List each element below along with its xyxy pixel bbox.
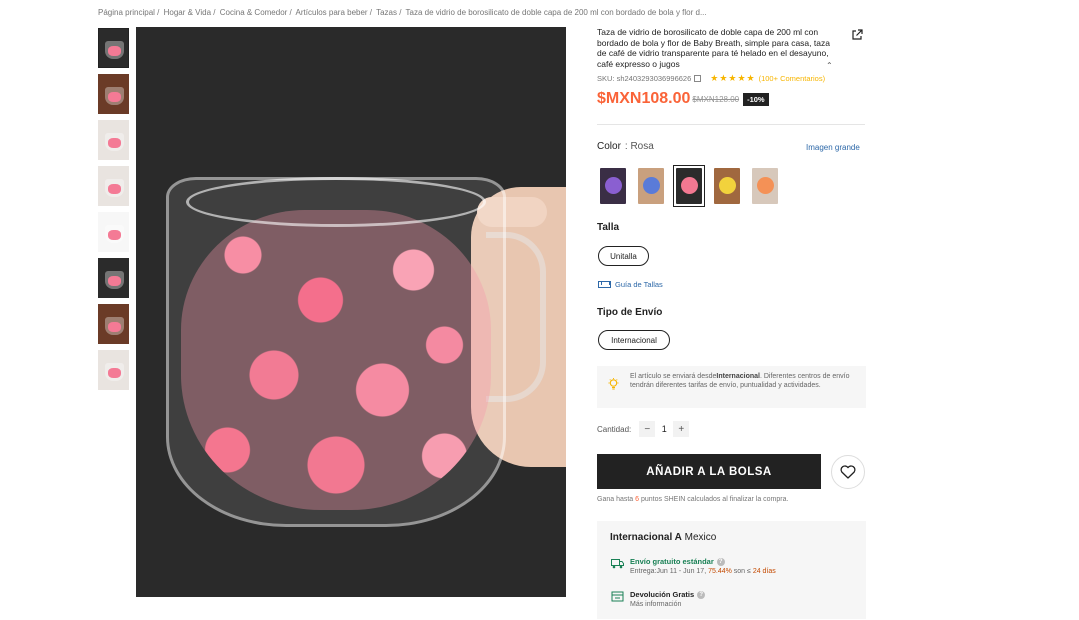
breadcrumb-cocina[interactable]: Cocina & Comedor / (220, 8, 292, 17)
copy-icon[interactable] (694, 75, 702, 82)
rating-stars: ★★★★★ (710, 73, 756, 83)
color-swatch-rosa[interactable] (673, 165, 705, 207)
price-row: $MXN108.00 $MXN128.00 -10% (597, 90, 769, 108)
notice-text-before: El artículo se enviará desde (630, 373, 717, 380)
glass-rim (186, 177, 486, 227)
size-guide-label: Guía de Tallas (615, 280, 663, 289)
quantity-label: Cantidad: (597, 424, 632, 434)
big-image-link[interactable]: Imagen grande (806, 143, 860, 152)
quantity-increase-button[interactable]: + (673, 421, 690, 437)
delivery-days: 24 días (752, 568, 776, 576)
shipping-destination[interactable]: Internacional A Mexico (610, 532, 853, 543)
original-price: $MXN128.00 (692, 94, 740, 104)
color-heading: Color (597, 141, 621, 152)
size-option-unitalla[interactable]: Unitalla (598, 246, 649, 266)
reviews-link[interactable]: (100+ Comentarios) (759, 74, 826, 83)
quantity-decrease-button[interactable]: − (639, 421, 656, 437)
color-swatch-morado[interactable] (597, 165, 629, 207)
color-swatch-amarillo[interactable] (711, 165, 743, 207)
free-return-label: Devolución Gratis (630, 590, 695, 599)
wishlist-button[interactable] (831, 455, 865, 489)
help-icon[interactable]: ? (716, 558, 725, 567)
pink-flowers-illustration (181, 210, 491, 510)
current-price: $MXN108.00 (597, 90, 691, 107)
free-shipping-detail: Entrega:Jun 11 - Jun 17, 75.44% son ≤ 24… (630, 568, 776, 575)
sku-rating-row: SKU: sh2403293036996626 ★★★★★ (100+ Come… (597, 73, 825, 84)
breadcrumb-current: Taza de vidrio de borosilicato de doble … (405, 8, 707, 17)
collapse-icon[interactable]: ⌃ (826, 61, 833, 70)
add-to-bag-button[interactable]: AÑADIR A LA BOLSA (597, 454, 821, 489)
thumbnail-strip (98, 28, 130, 396)
thumbnail[interactable] (98, 350, 129, 390)
breadcrumb-tazas[interactable]: Tazas / (376, 8, 401, 17)
thumbnail[interactable] (98, 258, 129, 298)
breadcrumb-bebidas[interactable]: Artículos para beber / (296, 8, 372, 17)
thumbnail[interactable] (98, 166, 129, 206)
sku-text: SKU: sh2403293036996626 (597, 74, 692, 83)
size-heading: Talla (597, 222, 620, 233)
free-return-row: Devolución Gratis? Más información (611, 590, 706, 608)
breadcrumb-hogar[interactable]: Hogar & Vida / (164, 8, 216, 17)
thumbnail[interactable] (98, 74, 129, 114)
thumbnail[interactable] (98, 304, 129, 344)
delivery-dates: Entrega:Jun 11 - Jun 17, (630, 568, 709, 576)
discount-badge: -10% (743, 92, 769, 106)
ruler-icon (598, 281, 611, 288)
delivery-percentage: 75.44% (708, 568, 732, 576)
share-icon[interactable] (851, 29, 863, 41)
divider (597, 124, 865, 125)
return-icon (611, 591, 624, 602)
main-product-image[interactable] (136, 27, 566, 597)
heart-icon (840, 465, 856, 479)
notice-origin: Internacional (716, 373, 760, 380)
breadcrumb-home[interactable]: Página principal / (98, 8, 159, 17)
points-after: puntos SHEIN calculados al finalizar la … (639, 496, 789, 503)
free-shipping-row: Envío gratuito estándar? Entrega:Jun 11 … (611, 557, 776, 575)
size-guide-link[interactable]: Guía de Tallas (598, 280, 663, 289)
free-return-title: Devolución Gratis? (630, 590, 706, 600)
quantity-stepper: Cantidad: − 1 + (597, 421, 690, 437)
free-shipping-label: Envío gratuito estándar (630, 557, 714, 566)
color-swatch-azul[interactable] (635, 165, 667, 207)
thumbnail[interactable] (98, 28, 129, 68)
truck-icon (611, 559, 624, 569)
color-value: : Rosa (624, 141, 654, 152)
breadcrumb: Página principal / Hogar & Vida / Cocina… (98, 8, 709, 17)
quantity-value[interactable]: 1 (655, 424, 673, 434)
thumbnail[interactable] (98, 212, 129, 252)
product-title: Taza de vidrio de borosilicato de doble … (597, 27, 830, 69)
delivery-mid: son ≤ (731, 568, 753, 576)
shipping-option-internacional[interactable]: Internacional (598, 330, 670, 350)
shipping-country: Mexico (681, 532, 717, 543)
color-label: Color: Rosa (597, 141, 654, 152)
thumbnail[interactable] (98, 120, 129, 160)
help-icon[interactable]: ? (697, 591, 706, 600)
color-swatch-naranja[interactable] (749, 165, 781, 207)
more-info-link[interactable]: Más información (630, 601, 705, 608)
color-swatches (597, 165, 787, 207)
points-info: Gana hasta 6 puntos SHEIN calculados al … (597, 496, 788, 503)
shipping-origin: Internacional A (610, 532, 682, 543)
points-before: Gana hasta (597, 496, 636, 503)
shipping-info-box: Internacional A Mexico Envío gratuito es… (597, 521, 866, 619)
shipping-type-heading: Tipo de Envío (597, 307, 663, 318)
bulb-icon (608, 378, 619, 390)
free-shipping-title: Envío gratuito estándar? (630, 557, 776, 567)
glass-cup-illustration (166, 177, 506, 527)
shipping-notice: El artículo se enviará desdeInternaciona… (597, 366, 866, 408)
